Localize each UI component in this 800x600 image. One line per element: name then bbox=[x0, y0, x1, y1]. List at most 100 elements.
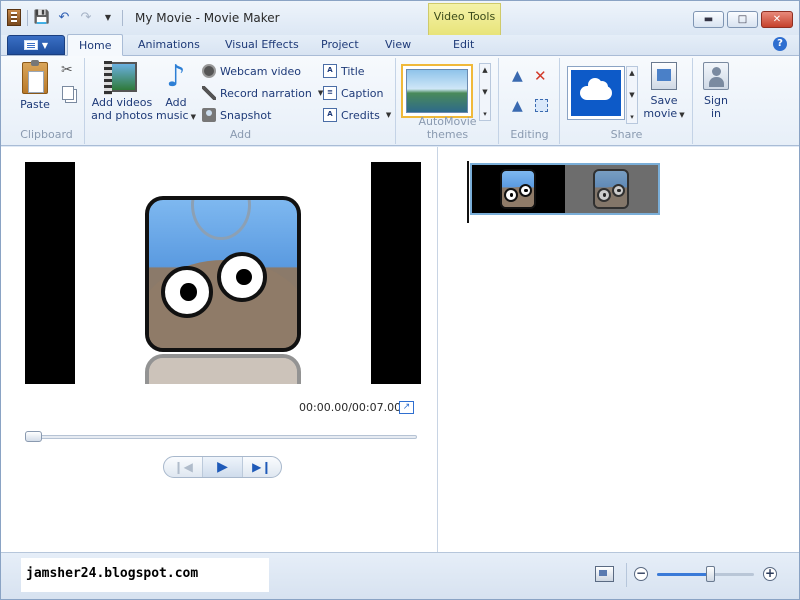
add-music-button[interactable]: ♪ Add music ▼ bbox=[156, 62, 196, 124]
add-videos-and-photos-button[interactable]: Add videos and photos bbox=[90, 61, 154, 122]
automovie-themes-group: ▲ ▼ ▾ AutoMovie themes bbox=[397, 58, 499, 144]
rotate-left-button[interactable]: ▲ bbox=[512, 68, 523, 84]
paste-button[interactable]: Paste bbox=[15, 60, 55, 111]
cut-button[interactable]: ✂ bbox=[61, 62, 73, 78]
credits-icon: A bbox=[323, 108, 337, 122]
thumbnail-size-icon[interactable] bbox=[595, 566, 614, 582]
timeline-clip[interactable] bbox=[470, 163, 660, 215]
storyboard-pane[interactable] bbox=[439, 147, 799, 552]
gallery-more-icon: ▾ bbox=[630, 113, 634, 121]
previous-frame-button[interactable]: ❙◀ bbox=[164, 457, 204, 477]
cloud-icon bbox=[580, 78, 612, 100]
help-icon[interactable]: ? bbox=[773, 37, 787, 51]
share-gallery-scroll[interactable]: ▲ ▼ ▾ bbox=[626, 66, 638, 124]
right-eye bbox=[519, 184, 532, 197]
next-frame-button[interactable]: ▶❙ bbox=[243, 457, 281, 477]
record-narration-button[interactable]: Record narration ▼ bbox=[202, 86, 323, 100]
music-note-icon: ♪ bbox=[166, 59, 186, 94]
movie-maker-app-icon[interactable] bbox=[7, 9, 21, 26]
tab-home[interactable]: Home bbox=[67, 34, 124, 56]
rotate-right-button[interactable]: ▲ bbox=[512, 98, 523, 114]
onedrive-share-thumbnail[interactable] bbox=[567, 66, 625, 120]
chevron-down-icon: ▼ bbox=[385, 111, 392, 119]
remove-icon: ✕ bbox=[534, 67, 547, 85]
automovie-theme-thumbnail[interactable] bbox=[401, 64, 473, 118]
credits-label: Credits bbox=[341, 108, 380, 122]
fullscreen-preview-button[interactable]: ↗ bbox=[399, 401, 414, 414]
sign-in-label-line1: Sign bbox=[704, 94, 728, 107]
zoom-in-button[interactable]: + bbox=[763, 567, 777, 581]
save-movie-icon bbox=[651, 62, 677, 90]
left-eye bbox=[504, 188, 518, 202]
ribbon-tabs: ▼ Home Animations Visual Effects Project… bbox=[1, 34, 799, 56]
paste-label: Paste bbox=[20, 98, 50, 111]
rotate-right-icon: ▲ bbox=[512, 98, 523, 114]
chevron-down-icon: ▼ bbox=[679, 111, 685, 119]
tab-edit[interactable]: Edit bbox=[453, 38, 474, 51]
webcam-video-button[interactable]: Webcam video bbox=[202, 64, 301, 78]
play-button[interactable]: ▶ bbox=[203, 457, 243, 477]
movie-maker-window: 💾 ↶ ↷ ▼ My Movie - Movie Maker Video Too… bbox=[0, 0, 800, 600]
zoom-out-button[interactable]: − bbox=[634, 567, 648, 581]
save-movie-label-line2: movie bbox=[643, 107, 678, 120]
chevron-down-icon: ▼ bbox=[482, 88, 488, 96]
snapshot-button[interactable]: Snapshot bbox=[202, 108, 271, 122]
credits-button[interactable]: A Credits ▼ bbox=[323, 108, 391, 122]
clipboard-group: Paste ✂ Clipboard bbox=[9, 58, 85, 144]
close-button[interactable]: ✕ bbox=[761, 11, 793, 28]
scissors-icon: ✂ bbox=[61, 62, 73, 78]
seek-bar[interactable] bbox=[27, 435, 417, 439]
clipboard-group-label: Clipboard bbox=[20, 128, 73, 141]
playback-controls: ❙◀ ▶ ▶❙ bbox=[163, 456, 282, 478]
title-icon: A bbox=[323, 64, 337, 78]
copy-button[interactable] bbox=[62, 86, 74, 100]
undo-icon[interactable]: ↶ bbox=[56, 10, 72, 26]
title-button[interactable]: A Title bbox=[323, 64, 365, 78]
clip-frame-2 bbox=[565, 165, 658, 213]
antenna-shape bbox=[191, 200, 251, 240]
maximize-button[interactable]: □ bbox=[727, 11, 758, 28]
user-icon bbox=[703, 62, 729, 90]
add-group-label: Add bbox=[229, 128, 252, 141]
webcam-video-label: Webcam video bbox=[220, 64, 302, 78]
seek-thumb[interactable] bbox=[25, 431, 42, 442]
snapshot-label: Snapshot bbox=[220, 108, 272, 122]
tab-animations[interactable]: Animations bbox=[138, 38, 200, 51]
right-eye bbox=[217, 252, 267, 302]
caption-button[interactable]: ≡ Caption bbox=[323, 86, 383, 100]
add-music-label-line1: Add bbox=[165, 96, 187, 109]
title-label: Title bbox=[341, 64, 365, 78]
customize-toolbar-dropdown-icon[interactable]: ▼ bbox=[100, 10, 116, 26]
video-preview[interactable] bbox=[25, 162, 421, 384]
sign-in-button[interactable]: Sign in bbox=[700, 62, 732, 120]
remove-button[interactable]: ✕ bbox=[534, 67, 547, 85]
playhead-indicator[interactable] bbox=[467, 161, 469, 223]
save-movie-label-line1: Save bbox=[650, 94, 678, 107]
toolbar-separator bbox=[27, 9, 28, 26]
video-tools-context-group: Video Tools bbox=[428, 3, 501, 35]
select-all-button[interactable] bbox=[535, 99, 548, 112]
save-icon[interactable]: 💾 bbox=[34, 10, 50, 26]
tab-visual-effects[interactable]: Visual Effects bbox=[225, 38, 299, 51]
minimize-button[interactable]: ▬ bbox=[693, 11, 724, 28]
character-tile-image bbox=[145, 196, 301, 352]
video-tools-label: Video Tools bbox=[433, 10, 496, 23]
sign-in-label-line2: in bbox=[710, 107, 722, 120]
tab-view[interactable]: View bbox=[385, 38, 411, 51]
zoom-slider-thumb[interactable] bbox=[706, 566, 716, 582]
film-photo-icon bbox=[104, 61, 137, 95]
save-movie-button[interactable]: Save movie ▼ bbox=[643, 62, 685, 122]
clip-frame-1 bbox=[472, 165, 565, 213]
redo-icon[interactable]: ↷ bbox=[78, 10, 94, 26]
automovie-themes-label: AutoMovie themes bbox=[418, 115, 477, 141]
clip-thumbnail-image bbox=[593, 169, 629, 209]
preview-pane: 00:00.00/00:07.00 ↗ ❙◀ ▶ ▶❙ bbox=[1, 147, 438, 552]
file-menu-button[interactable]: ▼ bbox=[7, 35, 65, 55]
share-group: ▲ ▼ ▾ Save movie ▼ Share bbox=[561, 58, 693, 144]
status-separator bbox=[626, 563, 627, 587]
window-title: My Movie - Movie Maker bbox=[135, 11, 280, 25]
themes-gallery-scroll[interactable]: ▲ ▼ ▾ bbox=[479, 63, 491, 121]
rotate-left-icon: ▲ bbox=[512, 68, 523, 84]
watermark-text: jamsher24.blogspot.com bbox=[26, 566, 199, 581]
tab-project[interactable]: Project bbox=[321, 38, 359, 51]
